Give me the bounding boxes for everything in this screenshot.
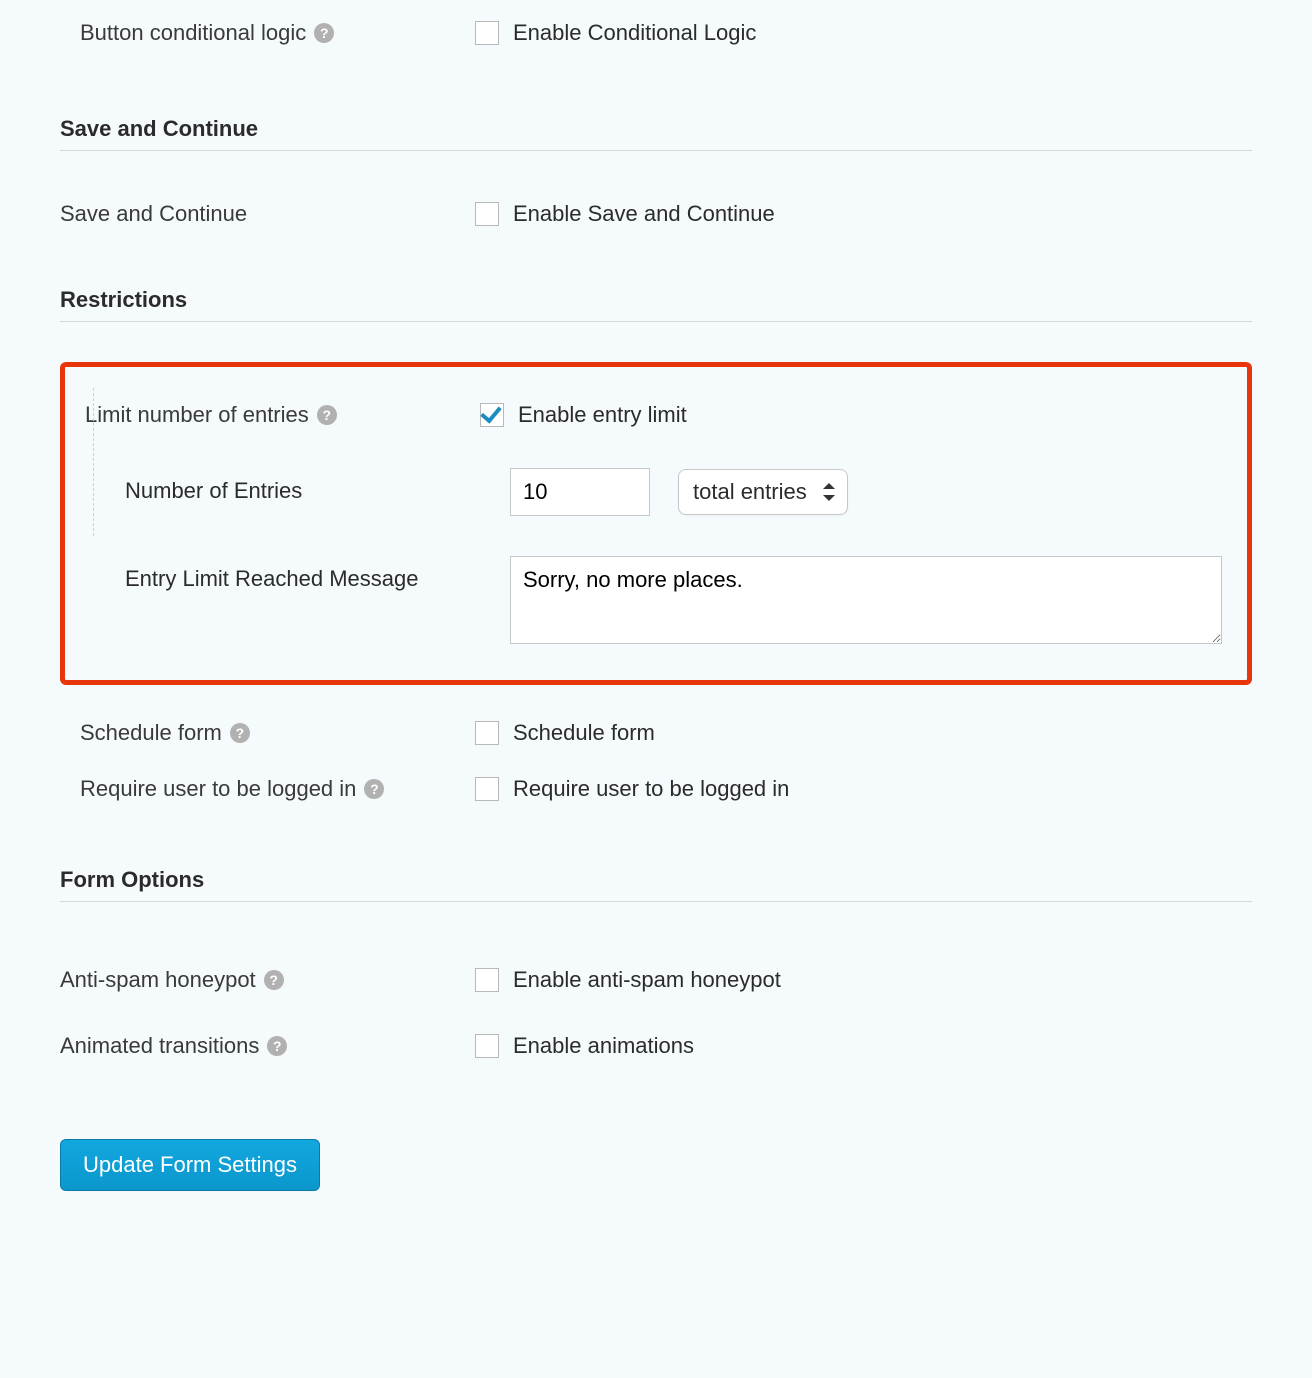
label-text: Schedule form — [80, 720, 222, 746]
section-heading-save-continue: Save and Continue — [60, 116, 1252, 151]
checkbox-label: Enable Conditional Logic — [513, 20, 756, 46]
chevron-updown-icon — [823, 483, 835, 501]
row-require-login: Require user to be logged in ? Require u… — [60, 766, 1252, 812]
section-heading-form-options: Form Options — [60, 867, 1252, 902]
checkbox-label: Enable anti-spam honeypot — [513, 967, 781, 993]
label-text: Entry Limit Reached Message — [125, 566, 418, 591]
label-number-of-entries: Number of Entries — [65, 468, 510, 516]
row-save-continue: Save and Continue Enable Save and Contin… — [60, 191, 1252, 237]
row-number-of-entries: Number of Entries total entries — [65, 458, 1247, 526]
label-button-conditional-logic: Button conditional logic ? — [60, 20, 475, 46]
select-value: total entries — [693, 479, 807, 505]
row-honeypot: Anti-spam honeypot ? Enable anti-spam ho… — [60, 957, 1252, 1003]
value-col: total entries — [510, 468, 1247, 516]
value-col: Schedule form — [475, 720, 1252, 746]
checkbox-label: Enable Save and Continue — [513, 201, 775, 227]
label-text: Require user to be logged in — [80, 776, 356, 802]
value-col: Enable Save and Continue — [475, 201, 1252, 227]
help-icon[interactable]: ? — [230, 723, 250, 743]
checkbox-require-login[interactable] — [475, 777, 499, 801]
label-text: Save and Continue — [60, 201, 247, 227]
label-honeypot: Anti-spam honeypot ? — [60, 967, 475, 993]
help-icon[interactable]: ? — [364, 779, 384, 799]
value-col: Enable anti-spam honeypot — [475, 967, 1252, 993]
label-schedule-form: Schedule form ? — [60, 720, 475, 746]
checkbox-enable-entry-limit[interactable] — [480, 403, 504, 427]
checkbox-enable-save-continue[interactable] — [475, 202, 499, 226]
row-button-conditional-logic: Button conditional logic ? Enable Condit… — [60, 10, 1252, 56]
row-entry-limit-message: Entry Limit Reached Message — [65, 546, 1247, 660]
label-save-continue: Save and Continue — [60, 201, 475, 227]
input-number-of-entries[interactable] — [510, 468, 650, 516]
tree-line — [93, 388, 94, 536]
help-icon[interactable]: ? — [267, 1036, 287, 1056]
checkbox-label: Enable animations — [513, 1033, 694, 1059]
checkbox-enable-animations[interactable] — [475, 1034, 499, 1058]
label-limit-entries: Limit number of entries ? — [85, 402, 480, 428]
checkbox-enable-conditional-logic[interactable] — [475, 21, 499, 45]
checkbox-label: Schedule form — [513, 720, 655, 746]
help-icon[interactable]: ? — [317, 405, 337, 425]
value-col — [510, 556, 1247, 650]
select-entry-limit-period[interactable]: total entries — [678, 469, 848, 515]
checkbox-enable-honeypot[interactable] — [475, 968, 499, 992]
value-col: Require user to be logged in — [475, 776, 1252, 802]
section-heading-restrictions: Restrictions — [60, 287, 1252, 322]
checkbox-schedule-form[interactable] — [475, 721, 499, 745]
update-form-settings-button[interactable]: Update Form Settings — [60, 1139, 320, 1191]
textarea-entry-limit-message[interactable] — [510, 556, 1222, 644]
value-col: Enable entry limit — [480, 402, 1247, 428]
value-col: Enable Conditional Logic — [475, 20, 1252, 46]
row-schedule-form: Schedule form ? Schedule form — [60, 710, 1252, 756]
label-text: Limit number of entries — [85, 402, 309, 428]
value-col: Enable animations — [475, 1033, 1252, 1059]
label-entry-limit-message: Entry Limit Reached Message — [65, 556, 510, 650]
checkbox-label: Enable entry limit — [518, 402, 687, 428]
highlight-limit-entries: Limit number of entries ? Enable entry l… — [60, 362, 1252, 685]
row-limit-entries: Limit number of entries ? Enable entry l… — [65, 392, 1247, 438]
help-icon[interactable]: ? — [314, 23, 334, 43]
label-text: Anti-spam honeypot — [60, 967, 256, 993]
label-require-login: Require user to be logged in ? — [60, 776, 475, 802]
label-text: Animated transitions — [60, 1033, 259, 1059]
label-text: Button conditional logic — [80, 20, 306, 46]
label-text: Number of Entries — [125, 478, 302, 503]
checkbox-label: Require user to be logged in — [513, 776, 789, 802]
label-animated-transitions: Animated transitions ? — [60, 1033, 475, 1059]
help-icon[interactable]: ? — [264, 970, 284, 990]
row-animated-transitions: Animated transitions ? Enable animations — [60, 1023, 1252, 1069]
